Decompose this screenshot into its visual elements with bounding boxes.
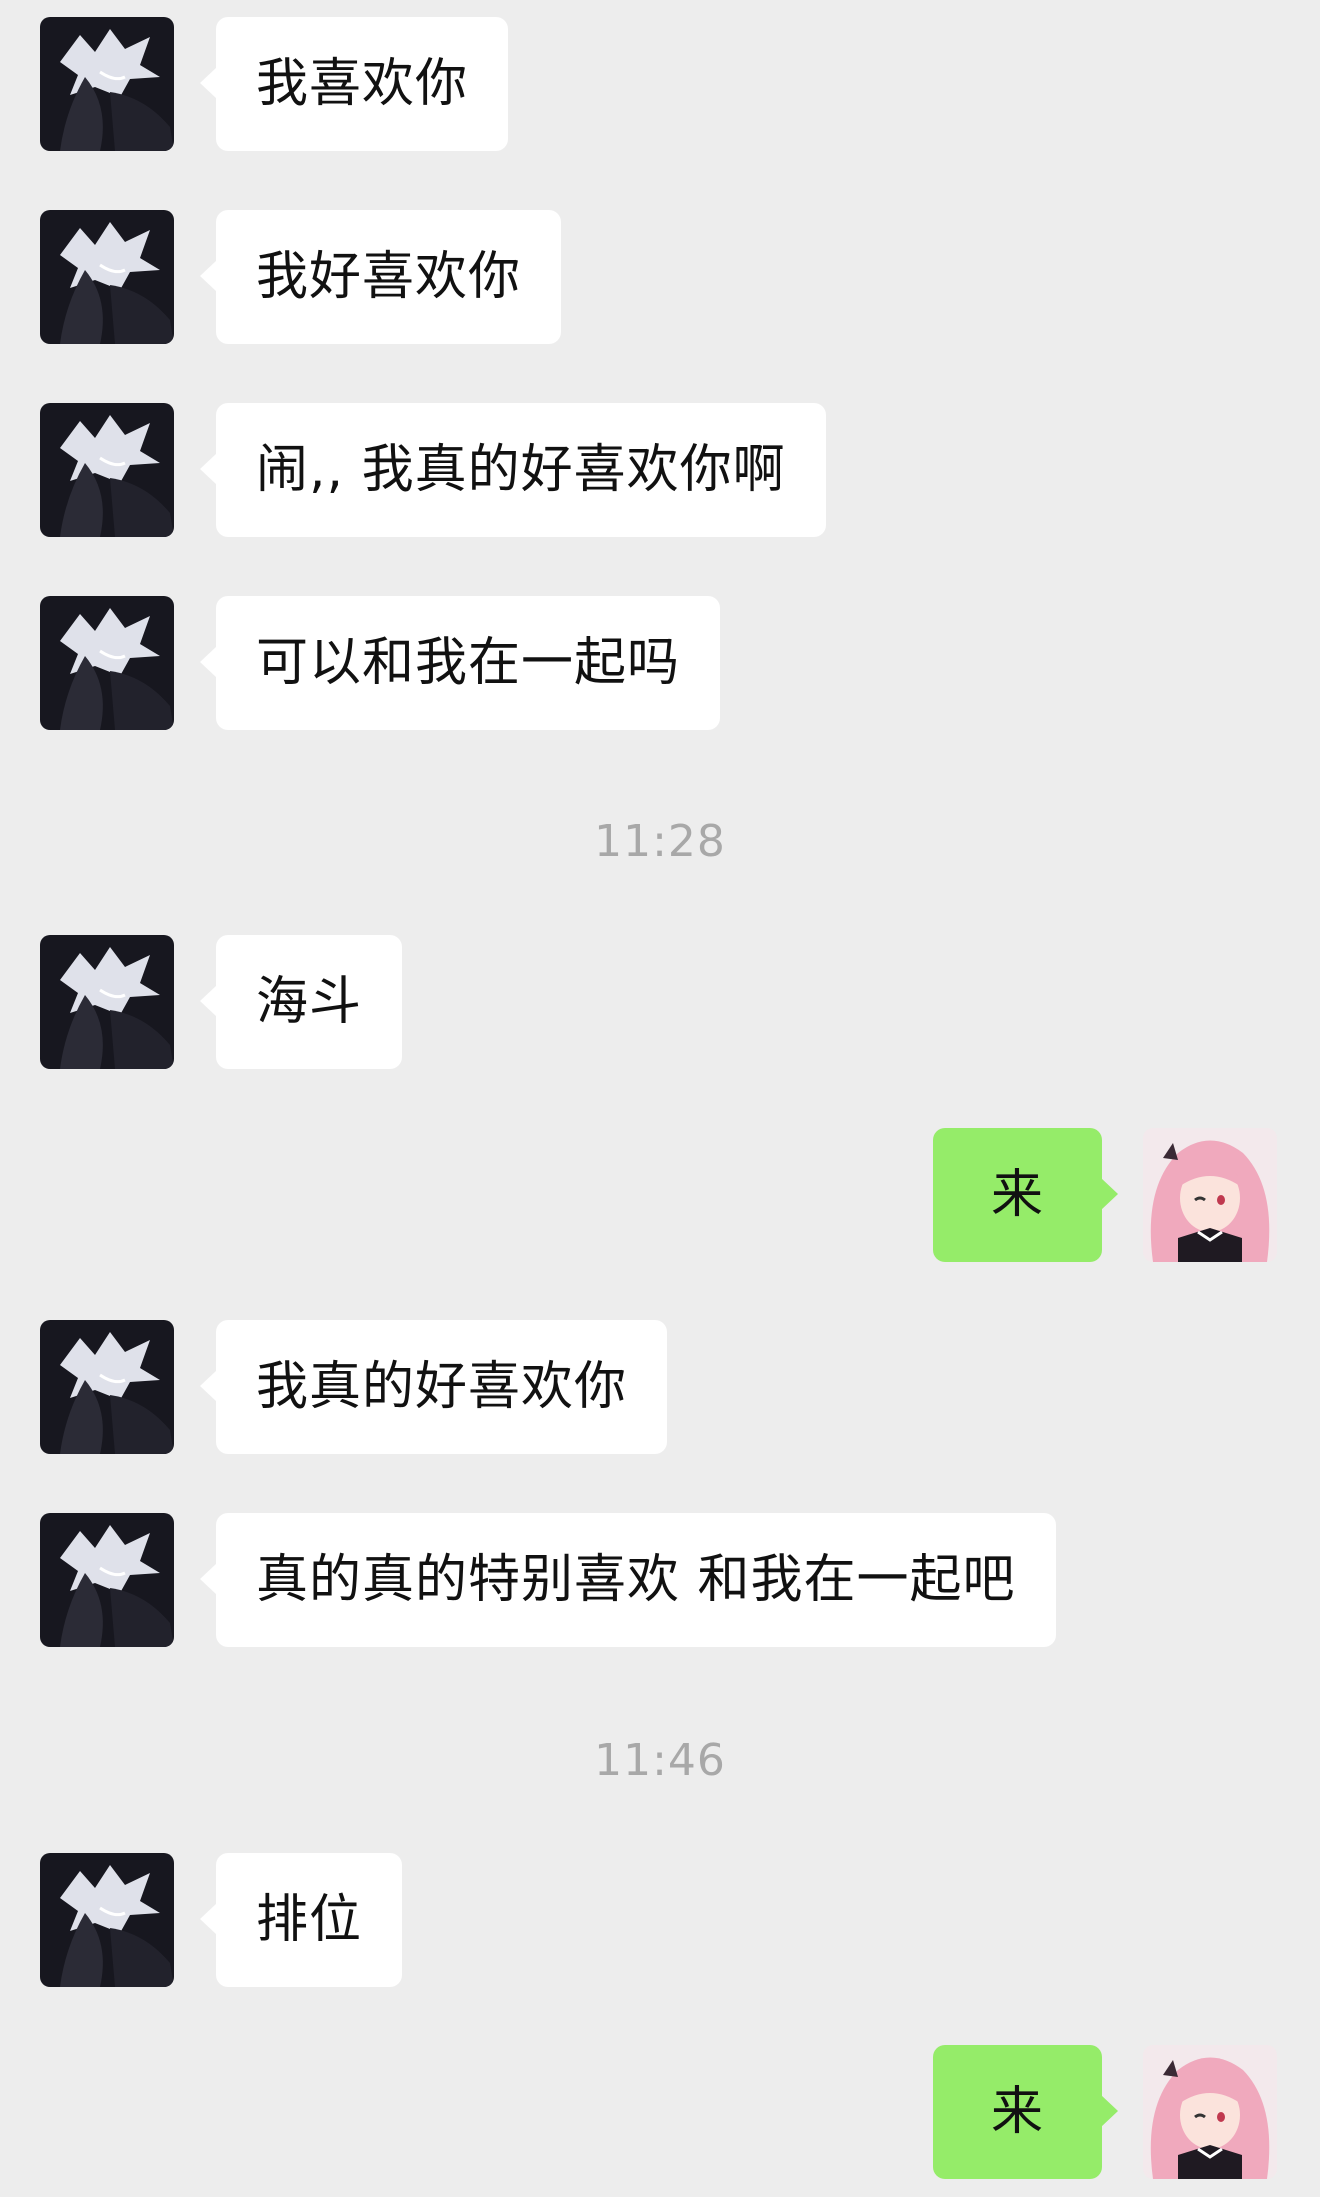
dark-anime-boy-avatar-image xyxy=(40,210,174,344)
dark-anime-boy-avatar-image xyxy=(40,935,174,1069)
contact-avatar[interactable] xyxy=(40,210,174,344)
incoming-message-bubble[interactable]: 我好喜欢你 xyxy=(199,210,562,344)
dark-anime-boy-avatar-image xyxy=(40,403,174,537)
timestamp: 11:46 xyxy=(594,1735,726,1786)
incoming-message-bubble[interactable]: 我真的好喜欢你 xyxy=(199,1320,668,1454)
outgoing-message-bubble[interactable]: 来 xyxy=(932,2045,1119,2179)
dark-anime-boy-avatar-image xyxy=(40,1853,174,1987)
contact-avatar[interactable] xyxy=(40,403,174,537)
pink-hair-anime-girl-avatar-image xyxy=(1143,1128,1277,1262)
contact-avatar[interactable] xyxy=(40,596,174,730)
contact-avatar[interactable] xyxy=(40,17,174,151)
my-avatar[interactable] xyxy=(1143,1128,1277,1262)
dark-anime-boy-avatar-image xyxy=(40,1320,174,1454)
incoming-message-bubble[interactable]: 我喜欢你 xyxy=(199,17,509,151)
contact-avatar[interactable] xyxy=(40,1320,174,1454)
pink-hair-anime-girl-avatar-image xyxy=(1143,2045,1277,2179)
timestamp: 11:28 xyxy=(594,816,726,867)
outgoing-message-bubble[interactable]: 来 xyxy=(932,1128,1119,1262)
contact-avatar[interactable] xyxy=(40,1513,174,1647)
my-avatar[interactable] xyxy=(1143,2045,1277,2179)
chat-window[interactable]: 我喜欢你 我好喜欢你 闹,, 我真的好喜欢你啊 可以和我在一起吗 11:28 海… xyxy=(0,0,1320,2197)
dark-anime-boy-avatar-image xyxy=(40,596,174,730)
incoming-message-bubble[interactable]: 排位 xyxy=(199,1853,403,1987)
incoming-message-bubble[interactable]: 真的真的特别喜欢 和我在一起吧 xyxy=(200,1513,1056,1647)
contact-avatar[interactable] xyxy=(40,1853,174,1987)
contact-avatar[interactable] xyxy=(40,935,174,1069)
dark-anime-boy-avatar-image xyxy=(40,1513,174,1647)
incoming-message-bubble[interactable]: 海斗 xyxy=(199,935,403,1069)
incoming-message-bubble[interactable]: 可以和我在一起吗 xyxy=(199,596,721,730)
dark-anime-boy-avatar-image xyxy=(40,17,174,151)
incoming-message-bubble[interactable]: 闹,, 我真的好喜欢你啊 xyxy=(200,403,826,537)
